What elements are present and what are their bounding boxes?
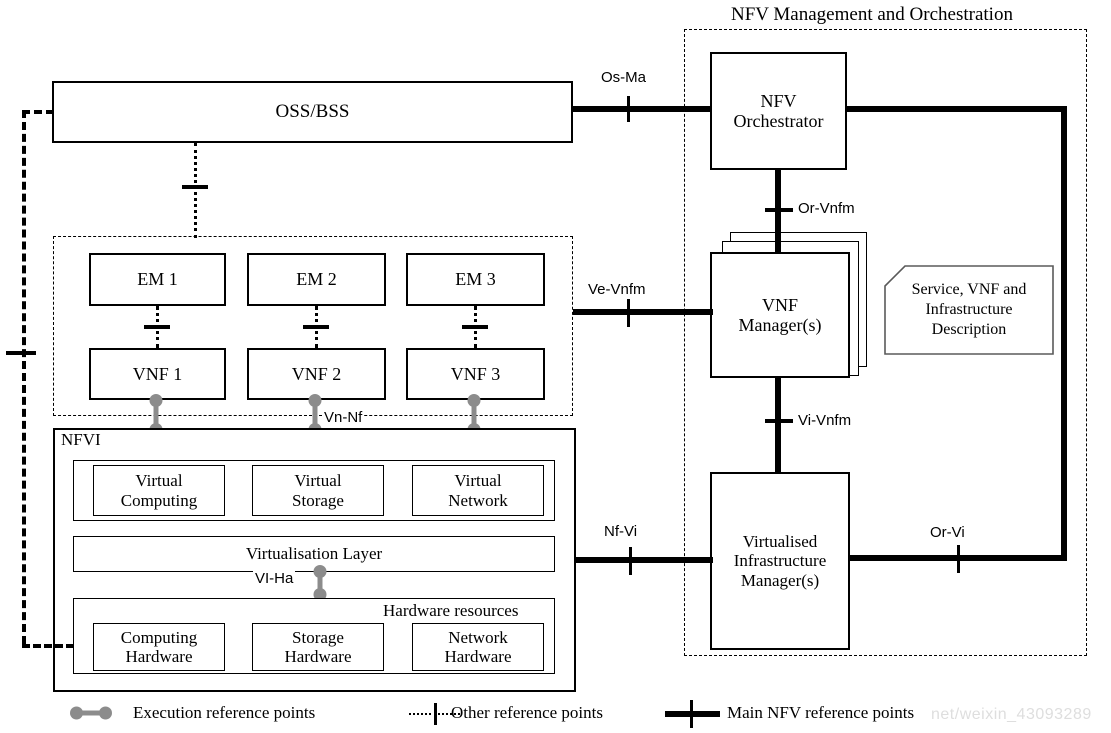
virtual-computing-box[interactable]: Virtual Computing xyxy=(93,465,225,516)
main-reference-point-tick-os-ma xyxy=(627,96,630,122)
orchestrator-right-line xyxy=(845,106,1067,112)
other-reference-point-tick-em2 xyxy=(303,325,329,329)
legend-execution-symbol xyxy=(70,706,112,720)
vim-line3: Manager(s) xyxy=(740,570,820,590)
virtualised-infrastructure-manager-box[interactable]: Virtualised Infrastructure Manager(s) xyxy=(710,472,850,650)
computing-hardware-line1: Computing xyxy=(120,627,198,647)
description-doc-text: Service, VNF and Infrastructure Descript… xyxy=(906,280,1033,340)
virtual-computing-line2: Computing xyxy=(120,490,198,510)
oss-to-vnf-dotted-connector xyxy=(194,143,197,238)
network-hardware-line1: Network xyxy=(448,627,508,647)
nfv-orchestrator-line1: NFV xyxy=(760,90,797,111)
execution-reference-point-vl-ha xyxy=(313,565,327,601)
em-1-box[interactable]: EM 1 xyxy=(89,253,226,306)
nfv-orchestrator-line2: Orchestrator xyxy=(733,111,824,131)
legend-main-label: Main NFV reference points xyxy=(727,703,915,722)
main-reference-point-tick-or-vnfm xyxy=(765,208,793,212)
other-reference-point-tick-em3 xyxy=(462,325,488,329)
description-line3: Description xyxy=(931,321,1007,338)
vnf-manager-line1: VNF xyxy=(761,294,798,315)
vnf-2-box[interactable]: VNF 2 xyxy=(247,348,386,400)
em-2-label: EM 2 xyxy=(296,269,337,290)
legend-main-symbol-tick xyxy=(690,700,693,728)
virtual-storage-line1: Virtual xyxy=(294,471,342,491)
virtual-network-line1: Virtual xyxy=(454,471,502,491)
em-3-box[interactable]: EM 3 xyxy=(406,253,545,306)
os-ma-label: Os-Ma xyxy=(601,69,646,86)
virtualisation-layer-label: Virtualisation Layer xyxy=(245,544,383,564)
left-dashed-vertical xyxy=(22,110,26,644)
service-vnf-infrastructure-description-doc[interactable]: Service, VNF and Infrastructure Descript… xyxy=(884,265,1054,355)
legend-other-symbol-tick xyxy=(434,703,437,725)
oss-bss-label: OSS/BSS xyxy=(275,101,350,123)
vi-vnfm-line xyxy=(775,376,781,474)
vim-line2: Infrastructure xyxy=(733,551,827,571)
storage-hardware-line1: Storage xyxy=(292,627,344,647)
legend-main-symbol-line xyxy=(665,711,720,717)
network-hardware-line2: Hardware xyxy=(444,647,512,666)
vnf-manager-line2: Manager(s) xyxy=(738,315,822,335)
or-vnfm-label: Or-Vnfm xyxy=(798,200,855,217)
other-reference-point-tick-left xyxy=(6,351,36,355)
em-2-box[interactable]: EM 2 xyxy=(247,253,386,306)
network-hardware-box[interactable]: Network Hardware xyxy=(412,623,544,671)
vn-nf-reference-point-label: Vn-Nf xyxy=(322,409,365,426)
watermark-text: net/weixin_43093289 xyxy=(931,706,1092,723)
em-1-label: EM 1 xyxy=(137,269,178,290)
or-vi-label: Or-Vi xyxy=(930,524,965,541)
other-reference-point-tick-oss xyxy=(182,185,208,189)
main-reference-point-tick-or-vi xyxy=(957,545,960,573)
nf-vi-label: Nf-Vi xyxy=(604,523,638,540)
vl-ha-reference-point-label: VI-Ha xyxy=(253,570,296,587)
main-reference-point-tick-vi-vnfm xyxy=(765,419,793,423)
vim-line1: Virtualised xyxy=(742,532,818,552)
vi-vnfm-label: Vi-Vnfm xyxy=(798,412,852,429)
main-reference-point-tick-ve-vnfm xyxy=(627,299,630,327)
virtual-network-line2: Network xyxy=(448,490,508,510)
virtual-storage-box[interactable]: Virtual Storage xyxy=(252,465,384,516)
vnf-manager-box[interactable]: VNF Manager(s) xyxy=(710,252,850,378)
description-line2: Infrastructure xyxy=(925,301,1013,318)
or-vi-vertical-line xyxy=(1061,106,1067,561)
virtual-network-box[interactable]: Virtual Network xyxy=(412,465,544,516)
computing-hardware-line2: Hardware xyxy=(125,647,193,666)
legend-other-symbol-left xyxy=(409,713,431,715)
legend-other-label: Other reference points xyxy=(451,703,603,722)
main-reference-point-tick-nf-vi xyxy=(629,547,632,575)
mano-title: NFV Management and Orchestration xyxy=(731,4,1013,25)
os-ma-main-line xyxy=(573,106,712,112)
ve-vnfm-label: Ve-Vnfm xyxy=(588,281,646,298)
nfvi-label: NFVI xyxy=(61,430,101,449)
other-reference-point-tick-em1 xyxy=(144,325,170,329)
ve-vnfm-main-line xyxy=(573,309,713,315)
description-line1: Service, VNF and xyxy=(911,281,1027,298)
vnf-3-label: VNF 3 xyxy=(450,363,501,384)
computing-hardware-box[interactable]: Computing Hardware xyxy=(93,623,225,671)
legend-execution-label: Execution reference points xyxy=(133,703,316,722)
vnf-1-box[interactable]: VNF 1 xyxy=(89,348,226,400)
nfv-architecture-diagram: NFV Management and Orchestration OSS/BSS… xyxy=(0,0,1111,733)
vnf-1-label: VNF 1 xyxy=(132,363,183,384)
oss-left-dashed-segment xyxy=(22,110,54,114)
em-3-label: EM 3 xyxy=(455,269,496,290)
virtual-computing-line1: Virtual xyxy=(135,471,183,491)
vnf-2-label: VNF 2 xyxy=(291,363,342,384)
nf-vi-main-line xyxy=(574,557,713,563)
vnf-3-box[interactable]: VNF 3 xyxy=(406,348,545,400)
storage-hardware-line2: Hardware xyxy=(284,647,352,666)
virtual-storage-line2: Storage xyxy=(292,490,344,510)
hardware-resources-label: Hardware resources xyxy=(380,601,522,621)
nfv-orchestrator-box[interactable]: NFV Orchestrator xyxy=(710,52,847,170)
hardware-left-dashed-segment xyxy=(22,644,74,648)
storage-hardware-box[interactable]: Storage Hardware xyxy=(252,623,384,671)
oss-bss-box[interactable]: OSS/BSS xyxy=(52,81,573,143)
